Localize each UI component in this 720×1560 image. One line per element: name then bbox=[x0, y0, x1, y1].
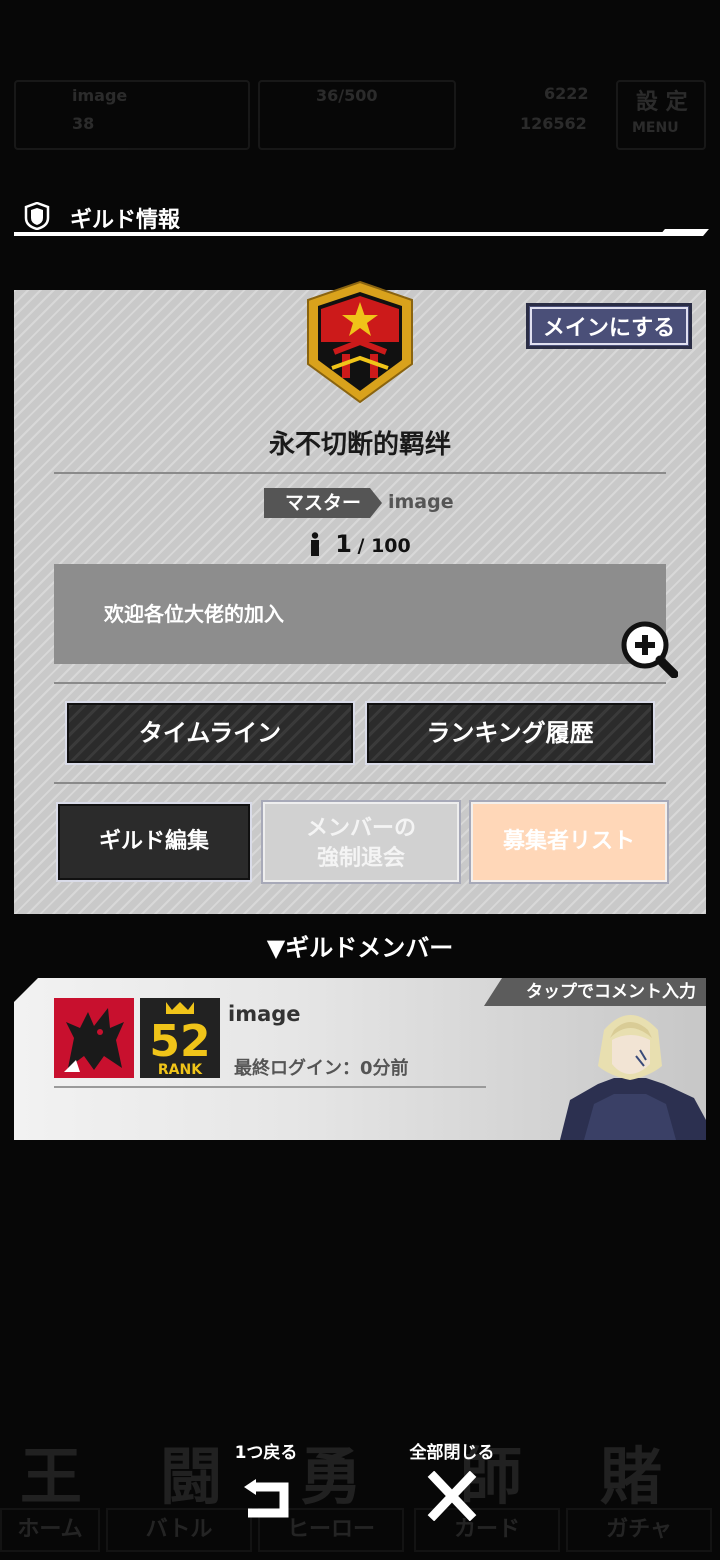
master-tag: マスター bbox=[264, 488, 382, 518]
timeline-button[interactable]: タイムライン bbox=[65, 701, 355, 765]
member-divider bbox=[54, 1086, 486, 1088]
background-menu-label: MENU bbox=[632, 120, 679, 136]
guild-name: 永不切断的羁绊 bbox=[268, 430, 451, 460]
zoom-in-icon[interactable] bbox=[620, 620, 678, 678]
master-name: image bbox=[388, 491, 454, 513]
member-count: 1 / 100 bbox=[14, 530, 706, 558]
close-x-icon[interactable] bbox=[424, 1471, 480, 1521]
header-divider bbox=[14, 232, 674, 236]
background-big-char: 賭 bbox=[600, 1440, 663, 1513]
force-remove-label-line1: メンバーの bbox=[305, 816, 416, 841]
applicant-list-button[interactable]: 募集者リスト bbox=[469, 800, 669, 884]
background-status-bar: image 38 36/500 6222 126562 設 定 MENU bbox=[10, 70, 710, 160]
force-remove-label-line2: 強制退会 bbox=[316, 846, 405, 871]
background-player-name: image bbox=[72, 86, 128, 105]
member-name: image bbox=[228, 1002, 301, 1026]
background-tab: ホーム bbox=[0, 1508, 100, 1552]
set-main-guild-button[interactable]: メインにする bbox=[526, 303, 692, 349]
divider bbox=[54, 782, 666, 784]
close-all-label: 全部閉じる bbox=[409, 1443, 495, 1463]
ranking-history-button[interactable]: ランキング履歴 bbox=[365, 701, 655, 765]
back-control[interactable]: 1つ戻る bbox=[206, 1438, 326, 1521]
member-avatar bbox=[54, 998, 134, 1078]
member-count-current: 1 bbox=[335, 530, 352, 558]
background-settings-label: 設 定 bbox=[636, 90, 688, 115]
background-bottom-nav: 王 闘 勇 師 賭 ホーム バトル ヒーロー カード ガチャ bbox=[0, 1420, 720, 1560]
divider bbox=[54, 472, 666, 474]
rank-label: RANK bbox=[158, 1062, 203, 1078]
background-stamina: 36/500 bbox=[316, 86, 378, 105]
guild-members-title: ▼ギルドメンバー bbox=[266, 934, 454, 962]
guild-info-header: ギルド情報 bbox=[14, 196, 709, 238]
background-currency-b: 126562 bbox=[520, 114, 587, 133]
rank-number: 52 bbox=[149, 1016, 210, 1067]
return-arrow-icon[interactable] bbox=[238, 1471, 294, 1521]
page-title: ギルド情報 bbox=[70, 208, 181, 233]
rank-badge: 52 RANK bbox=[140, 998, 220, 1078]
background-big-char: 王 bbox=[20, 1440, 83, 1513]
person-icon bbox=[311, 532, 320, 556]
guild-edit-button[interactable]: ギルド編集 bbox=[56, 802, 252, 882]
divider bbox=[54, 682, 666, 684]
force-remove-member-button[interactable]: メンバーの 強制退会 bbox=[261, 800, 461, 884]
member-count-max: / 100 bbox=[357, 535, 411, 557]
back-label: 1つ戻る bbox=[234, 1443, 298, 1463]
guild-emblem-icon bbox=[307, 280, 413, 404]
guild-description-box: 欢迎各位大佬的加入 bbox=[54, 564, 666, 664]
guild-panel: メインにする 永不切断的羁绊 マスター image 1 / 100 欢迎各位大佬… bbox=[14, 280, 706, 914]
member-card[interactable]: タップでコメント入力 52 RANK image 最終ログイン：0分前 bbox=[14, 978, 706, 1140]
background-tab: ガチャ bbox=[566, 1508, 712, 1552]
header-divider-accent bbox=[659, 229, 709, 236]
background-player-level: 38 bbox=[72, 114, 95, 133]
background-currency-a: 6222 bbox=[544, 84, 589, 103]
member-last-login: 最終ログイン：0分前 bbox=[234, 1058, 409, 1079]
shield-icon bbox=[24, 202, 50, 230]
guild-description: 欢迎各位大佬的加入 bbox=[104, 602, 284, 626]
close-all-control[interactable]: 全部閉じる bbox=[392, 1438, 512, 1521]
background-profile-cell bbox=[14, 80, 250, 150]
member-character-portrait bbox=[560, 1015, 706, 1140]
